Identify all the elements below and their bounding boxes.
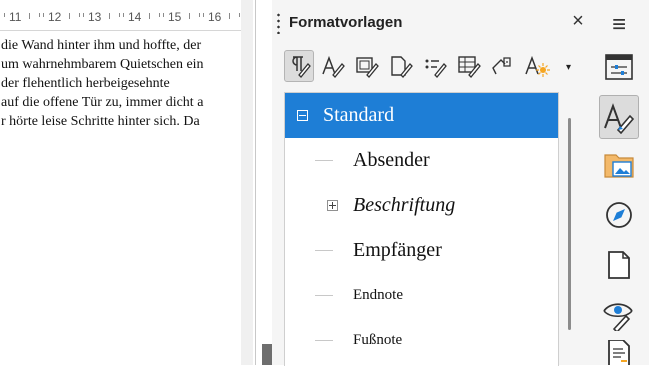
frame-styles-icon xyxy=(356,57,379,78)
style-label: Standard xyxy=(323,104,395,126)
style-item-fussnote[interactable]: Fußnote xyxy=(285,318,558,363)
tree-branch-line xyxy=(315,340,333,341)
collapse-icon[interactable] xyxy=(297,110,308,121)
styles-tree[interactable]: Standard Absender Beschriftung Empfänger… xyxy=(284,92,559,366)
styles-toolbar: ▾ xyxy=(284,50,584,84)
expand-icon[interactable] xyxy=(327,200,338,211)
style-item-endnote[interactable]: Endnote xyxy=(285,273,558,318)
style-label: Fußnote xyxy=(353,332,403,348)
ruler-number: 13 xyxy=(88,10,102,24)
ruler-number: 15 xyxy=(168,10,182,24)
gallery-icon xyxy=(604,154,634,178)
style-item-beschriftung[interactable]: Beschriftung xyxy=(285,183,558,228)
sidebar-manage-changes-button[interactable] xyxy=(599,340,639,365)
style-item-absender[interactable]: Absender xyxy=(285,138,558,183)
style-item-empfaenger[interactable]: Empfänger xyxy=(285,228,558,273)
panel-title: Formatvorlagen xyxy=(289,14,403,31)
sidebar-gallery-button[interactable] xyxy=(599,145,639,185)
style-label: Absender xyxy=(353,149,430,171)
character-styles-button[interactable] xyxy=(318,50,348,82)
panel-splitter[interactable] xyxy=(255,0,256,365)
properties-icon xyxy=(605,54,633,80)
frame-styles-button[interactable] xyxy=(352,50,382,82)
sidebar-properties-button[interactable] xyxy=(599,47,639,87)
table-styles-button[interactable] xyxy=(454,50,484,82)
document-text[interactable]: die Wand hinter ihm und hoffte, der um w… xyxy=(1,36,204,131)
style-label: Endnote xyxy=(353,287,403,303)
manage-changes-icon xyxy=(608,340,630,365)
paragraph-styles-button[interactable] xyxy=(284,50,314,82)
sidebar-style-inspector-button[interactable] xyxy=(599,295,639,335)
new-style-dropdown[interactable]: ▾ xyxy=(566,62,571,73)
document-line: die Wand hinter ihm und hoffte, der xyxy=(1,38,202,53)
horizontal-ruler[interactable]: 11 12 13 14 15 16 xyxy=(0,0,241,31)
list-styles-button[interactable] xyxy=(420,50,450,82)
ruler-number: 11 xyxy=(9,10,22,24)
page-styles-icon xyxy=(391,56,413,78)
style-inspector-icon xyxy=(603,303,633,331)
document-page[interactable]: 11 12 13 14 15 16 die Wand hinter ihm un… xyxy=(0,0,241,365)
table-styles-icon xyxy=(458,56,481,78)
ruler-number: 12 xyxy=(48,10,62,24)
style-label: Empfänger xyxy=(353,239,442,261)
style-item-standard[interactable]: Standard xyxy=(285,93,558,138)
ruler-number: 16 xyxy=(208,10,222,24)
navigator-icon xyxy=(606,202,632,228)
sidebar-navigator-button[interactable] xyxy=(599,195,639,235)
drag-grip-icon[interactable] xyxy=(277,12,280,34)
tree-branch-line xyxy=(315,250,333,251)
sidebar-menu-button[interactable]: ≡ xyxy=(599,5,639,45)
document-line: um wahrnehmbarem Quietschen ein xyxy=(1,57,204,72)
page-styles-button[interactable] xyxy=(386,50,416,82)
new-style-icon xyxy=(525,55,550,77)
close-button[interactable]: × xyxy=(568,11,588,31)
tree-branch-line xyxy=(315,295,333,296)
page-icon xyxy=(608,251,630,279)
new-style-button[interactable] xyxy=(522,50,552,82)
list-styles-icon xyxy=(425,59,447,78)
sidebar-tabbar: ≡ xyxy=(590,0,649,365)
paragraph-styles-icon xyxy=(292,56,311,78)
document-scrollbar-thumb[interactable] xyxy=(262,344,272,365)
fill-format-mode-button[interactable] xyxy=(488,50,518,82)
tree-branch-line xyxy=(315,160,333,161)
document-line: r hörte leise Schritte hinter sich. Da xyxy=(1,114,200,129)
document-area: 11 12 13 14 15 16 die Wand hinter ihm un… xyxy=(0,0,253,365)
fill-format-mode-icon xyxy=(492,57,511,75)
style-label: Beschriftung xyxy=(353,194,456,216)
styles-scrollbar-thumb[interactable] xyxy=(568,118,571,330)
ruler-number: 14 xyxy=(128,10,142,24)
document-line: der flehentlich herbeigesehnte xyxy=(1,76,170,91)
sidebar-page-button[interactable] xyxy=(599,245,639,285)
document-line: auf die offene Tür zu, immer dicht a xyxy=(1,95,204,110)
character-styles-icon xyxy=(322,55,345,78)
styles-deck: Formatvorlagen × ▾ Standard Absender Bes… xyxy=(272,0,590,366)
styles-icon xyxy=(604,103,635,134)
sidebar-styles-button[interactable] xyxy=(599,95,639,139)
